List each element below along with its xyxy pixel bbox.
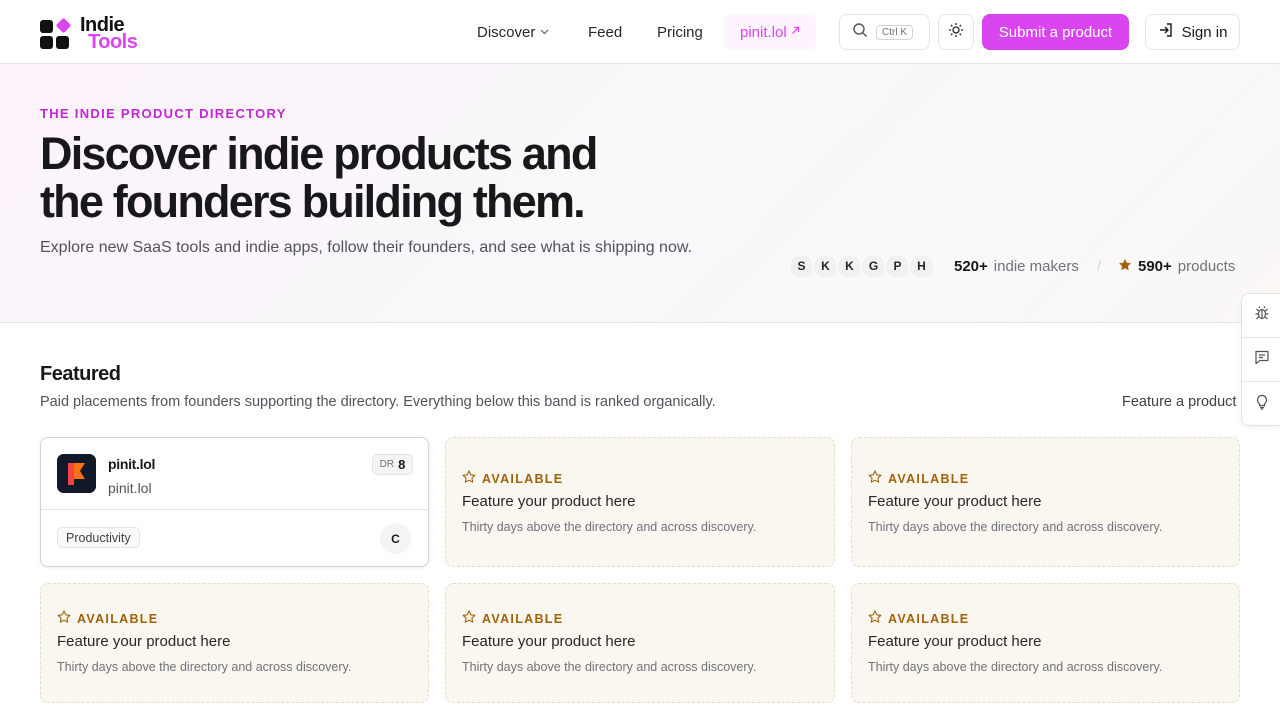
- star-icon: [1118, 258, 1132, 275]
- domain-rating-label: DR: [379, 459, 395, 470]
- message-icon: [1254, 349, 1270, 370]
- nav-discover-label: Discover: [477, 23, 536, 41]
- stats-separator: /: [1097, 257, 1102, 275]
- makers-label: indie makers: [993, 257, 1079, 275]
- slot-title: Feature your product here: [462, 633, 636, 650]
- products-count: 590+: [1138, 257, 1172, 275]
- domain-rating-value: 8: [398, 457, 406, 472]
- card-divider: [41, 509, 428, 510]
- nav-pricing[interactable]: Pricing: [657, 14, 703, 50]
- founder-avatar[interactable]: C: [380, 523, 411, 554]
- sign-in-icon: [1158, 22, 1182, 42]
- chevron-down-icon: [540, 27, 549, 38]
- available-slot[interactable]: AVAILABLE Feature your product here Thir…: [445, 583, 835, 703]
- available-slot[interactable]: AVAILABLE Feature your product here Thir…: [40, 583, 429, 703]
- slot-description: Thirty days above the directory and acro…: [868, 520, 1163, 534]
- lightbulb-icon: [1254, 394, 1270, 415]
- top-navbar: Indie Tools Discover Feed Pricing pinit.…: [0, 0, 1280, 64]
- slot-title: Feature your product here: [462, 493, 636, 510]
- nav-discover[interactable]: Discover: [477, 14, 549, 50]
- available-badge: AVAILABLE: [462, 470, 563, 487]
- hero-section: THE INDIE PRODUCT DIRECTORY Discover ind…: [0, 64, 1280, 323]
- domain-rating-badge: DR 8: [372, 454, 413, 475]
- slot-description: Thirty days above the directory and acro…: [462, 520, 757, 534]
- available-badge: AVAILABLE: [57, 610, 158, 627]
- maker-avatars: S K K G P H: [788, 251, 935, 281]
- featured-product-card[interactable]: pinit.lol pinit.lol DR 8 Productivity C: [40, 437, 429, 567]
- available-badge: AVAILABLE: [868, 470, 969, 487]
- hero-subhead: Explore new SaaS tools and indie apps, f…: [40, 239, 692, 256]
- available-label: AVAILABLE: [77, 611, 159, 626]
- logo-mark-icon: [40, 17, 72, 50]
- available-label: AVAILABLE: [482, 471, 564, 486]
- product-logo: [57, 454, 96, 493]
- slot-description: Thirty days above the directory and acro…: [462, 660, 757, 674]
- featured-description: Paid placements from founders supporting…: [40, 394, 716, 410]
- avatar[interactable]: K: [836, 252, 863, 280]
- slot-title: Feature your product here: [868, 633, 1042, 650]
- slot-description: Thirty days above the directory and acro…: [57, 660, 352, 674]
- avatar[interactable]: H: [908, 252, 935, 280]
- sign-in-label: Sign in: [1181, 23, 1228, 41]
- search-icon: [852, 22, 868, 43]
- category-tag[interactable]: Productivity: [57, 527, 140, 548]
- hero-eyebrow: THE INDIE PRODUCT DIRECTORY: [40, 106, 287, 121]
- makers-stat: 520+ indie makers: [954, 251, 1079, 281]
- makers-count: 520+: [954, 257, 988, 275]
- featured-heading: Featured: [40, 363, 121, 385]
- feedback-button[interactable]: [1242, 338, 1280, 382]
- product-url: pinit.lol: [108, 480, 152, 496]
- star-outline-icon: [462, 470, 482, 487]
- brand-name-line2: Tools: [88, 31, 138, 53]
- available-badge: AVAILABLE: [868, 610, 969, 627]
- product-name[interactable]: pinit.lol: [108, 456, 155, 472]
- slot-title: Feature your product here: [57, 633, 231, 650]
- nav-feed[interactable]: Feed: [588, 14, 622, 50]
- avatar[interactable]: K: [812, 252, 839, 280]
- brand-name: Indie Tools: [80, 15, 138, 53]
- avatar[interactable]: G: [860, 252, 887, 280]
- search-button[interactable]: Ctrl K: [839, 14, 930, 50]
- star-outline-icon: [462, 610, 482, 627]
- external-link-icon: [791, 26, 800, 38]
- feature-a-product-link[interactable]: Feature a product: [1122, 394, 1236, 410]
- star-outline-icon: [868, 470, 888, 487]
- star-outline-icon: [57, 610, 77, 627]
- slot-title: Feature your product here: [868, 493, 1042, 510]
- available-slot[interactable]: AVAILABLE Feature your product here Thir…: [851, 437, 1240, 567]
- slot-description: Thirty days above the directory and acro…: [868, 660, 1163, 674]
- nav-promo-link[interactable]: pinit.lol: [724, 14, 816, 50]
- brand-logo[interactable]: Indie Tools: [40, 14, 138, 54]
- available-label: AVAILABLE: [888, 611, 970, 626]
- available-slot[interactable]: AVAILABLE Feature your product here Thir…: [851, 583, 1240, 703]
- available-badge: AVAILABLE: [462, 610, 563, 627]
- theme-toggle-button[interactable]: [938, 14, 974, 50]
- sign-in-button[interactable]: Sign in: [1145, 14, 1240, 50]
- products-label: products: [1177, 257, 1236, 275]
- available-label: AVAILABLE: [888, 471, 970, 486]
- side-feedback-panel: [1241, 293, 1280, 426]
- sun-icon: [948, 22, 964, 43]
- search-shortcut-hint: Ctrl K: [876, 24, 913, 40]
- hero-headline: Discover indie products and the founders…: [40, 128, 598, 227]
- avatar[interactable]: P: [884, 252, 911, 280]
- available-slot[interactable]: AVAILABLE Feature your product here Thir…: [445, 437, 835, 567]
- suggest-idea-button[interactable]: [1242, 382, 1280, 426]
- submit-product-button[interactable]: Submit a product: [982, 14, 1129, 50]
- products-stat: 590+ products: [1118, 251, 1235, 281]
- report-bug-button[interactable]: [1242, 294, 1280, 338]
- star-outline-icon: [868, 610, 888, 627]
- avatar[interactable]: S: [788, 252, 815, 280]
- nav-promo-label: pinit.lol: [740, 23, 787, 41]
- available-label: AVAILABLE: [482, 611, 564, 626]
- bug-icon: [1254, 305, 1270, 326]
